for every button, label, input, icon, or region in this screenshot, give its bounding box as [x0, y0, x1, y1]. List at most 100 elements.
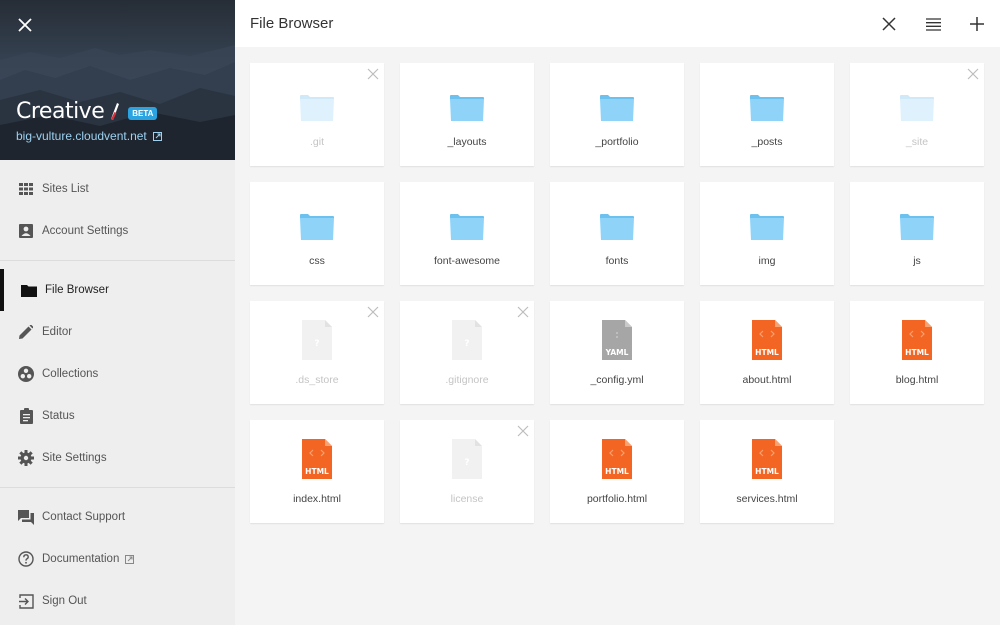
file-card[interactable]: HTML blog.html — [850, 301, 984, 404]
account-icon — [18, 223, 34, 239]
file-card[interactable]: ? .ds_store — [250, 301, 384, 404]
file-card[interactable]: HTML index.html — [250, 420, 384, 523]
folder-icon — [300, 95, 334, 121]
list-icon — [925, 17, 941, 31]
svg-text:HTML: HTML — [755, 467, 779, 476]
file-card[interactable]: HTML services.html — [700, 420, 834, 523]
sidebar-item-label: Sites List — [42, 183, 89, 195]
clipboard-icon — [18, 408, 34, 424]
file-card[interactable]: YAML _config.yml — [550, 301, 684, 404]
unknown-file-icon: ? — [452, 320, 482, 360]
external-link-icon — [125, 554, 135, 564]
site-url[interactable]: big-vulture.cloudvent.net — [16, 129, 147, 143]
file-grid: .git _layouts _portfolio _posts _site cs… — [250, 63, 984, 523]
file-card[interactable]: ? license — [400, 420, 534, 523]
collections-icon — [18, 366, 34, 382]
folder-card[interactable]: font-awesome — [400, 182, 534, 285]
nav-group-site: File Browser Editor Collections Status S… — [0, 269, 235, 479]
svg-text:?: ? — [464, 339, 469, 349]
folder-card[interactable]: _site — [850, 63, 984, 166]
file-name: _site — [905, 136, 929, 148]
sidebar-item-file-browser[interactable]: File Browser — [0, 269, 235, 311]
sign-out-icon — [18, 593, 34, 609]
svg-text:YAML: YAML — [605, 348, 629, 357]
file-name: blog.html — [895, 374, 939, 386]
sidebar-item-label: Site Settings — [42, 452, 107, 464]
file-name: _layouts — [447, 136, 487, 148]
sidebar-item-label: Account Settings — [42, 225, 129, 237]
pencil-icon — [18, 324, 34, 340]
folder-card[interactable]: _layouts — [400, 63, 534, 166]
sidebar-item-sign-out[interactable]: Sign Out — [0, 580, 235, 622]
svg-text:HTML: HTML — [305, 467, 329, 476]
folder-icon — [600, 95, 634, 121]
file-name: .git — [309, 136, 324, 148]
html-file-icon: HTML — [902, 320, 932, 360]
folder-icon — [450, 95, 484, 121]
sidebar-item-site-settings[interactable]: Site Settings — [0, 437, 235, 479]
help-icon — [18, 551, 34, 567]
folder-icon — [300, 214, 334, 240]
close-icon[interactable] — [16, 16, 34, 34]
nav-group-help: Contact Support Documentation Sign Out — [0, 496, 235, 622]
file-name: .gitignore — [445, 374, 489, 386]
folder-card[interactable]: img — [700, 182, 834, 285]
file-card[interactable]: ? .gitignore — [400, 301, 534, 404]
file-card[interactable]: HTML about.html — [700, 301, 834, 404]
file-name: index.html — [293, 493, 341, 505]
folder-icon — [900, 95, 934, 121]
sidebar-item-editor[interactable]: Editor — [0, 311, 235, 353]
plus-icon — [970, 17, 984, 31]
site-header: Creative BETA big-vulture.cloudvent.net — [0, 0, 235, 160]
remove-icon[interactable] — [967, 68, 979, 80]
sidebar-item-label: Documentation — [42, 553, 120, 565]
html-file-icon: HTML — [302, 439, 332, 479]
folder-card[interactable]: _posts — [700, 63, 834, 166]
sidebar-item-documentation[interactable]: Documentation — [0, 538, 235, 580]
svg-text:HTML: HTML — [905, 348, 929, 357]
file-name: css — [309, 255, 325, 267]
svg-text:HTML: HTML — [605, 467, 629, 476]
remove-icon[interactable] — [367, 68, 379, 80]
header-actions — [874, 10, 992, 38]
folder-card[interactable]: js — [850, 182, 984, 285]
sidebar-item-status[interactable]: Status — [0, 395, 235, 437]
file-name: font-awesome — [434, 255, 500, 267]
gear-icon — [18, 450, 34, 466]
file-name: img — [758, 255, 776, 267]
folder-icon — [21, 282, 37, 298]
folder-card[interactable]: fonts — [550, 182, 684, 285]
folder-card[interactable]: _portfolio — [550, 63, 684, 166]
list-view-button[interactable] — [918, 10, 948, 38]
sidebar-item-label: Collections — [42, 368, 99, 380]
close-button[interactable] — [874, 10, 904, 38]
sidebar-item-collections[interactable]: Collections — [0, 353, 235, 395]
file-card[interactable]: HTML portfolio.html — [550, 420, 684, 523]
sidebar-item-contact-support[interactable]: Contact Support — [0, 496, 235, 538]
divider — [0, 487, 235, 488]
file-name: about.html — [742, 374, 792, 386]
file-name: portfolio.html — [586, 493, 648, 505]
remove-icon[interactable] — [367, 306, 379, 318]
file-name: .ds_store — [295, 374, 339, 386]
yaml-file-icon: YAML — [602, 320, 632, 360]
html-file-icon: HTML — [752, 320, 782, 360]
folder-card[interactable]: css — [250, 182, 384, 285]
folder-card[interactable]: .git — [250, 63, 384, 166]
sidebar-item-label: File Browser — [45, 284, 109, 296]
grid-icon — [18, 181, 34, 197]
sidebar-item-account-settings[interactable]: Account Settings — [0, 210, 235, 252]
remove-icon[interactable] — [517, 425, 529, 437]
svg-text:HTML: HTML — [755, 348, 779, 357]
sidebar-item-sites-list[interactable]: Sites List — [0, 168, 235, 210]
svg-text:?: ? — [314, 339, 319, 349]
nav-group-account: Sites List Account Settings — [0, 160, 235, 252]
remove-icon[interactable] — [517, 306, 529, 318]
html-file-icon: HTML — [752, 439, 782, 479]
file-name: _portfolio — [595, 136, 639, 148]
site-url-link[interactable]: big-vulture.cloudvent.net — [16, 129, 162, 143]
file-name: fonts — [605, 255, 629, 267]
add-button[interactable] — [962, 10, 992, 38]
page-title: File Browser — [250, 15, 334, 32]
file-name: js — [913, 255, 921, 267]
